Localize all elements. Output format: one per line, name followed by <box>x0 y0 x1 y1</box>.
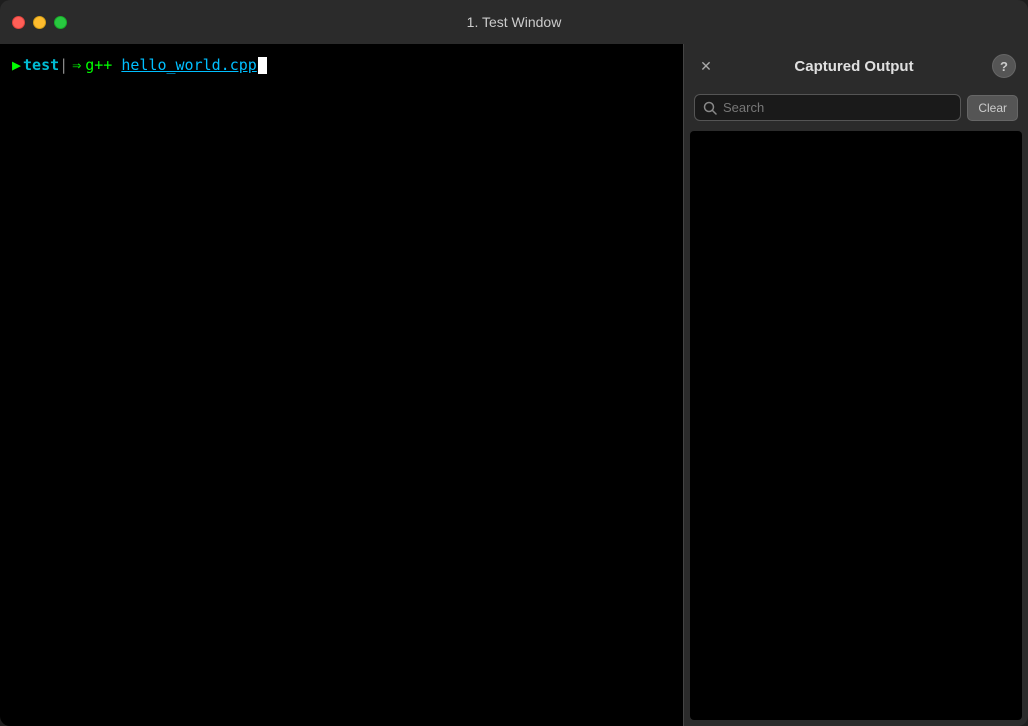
terminal-panel[interactable]: ▶ test | ⇒ g++ hello_world.cpp <box>0 44 683 726</box>
prompt-filename: hello_world.cpp <box>121 54 256 77</box>
prompt-dir: test <box>23 54 59 77</box>
main-content: ▶ test | ⇒ g++ hello_world.cpp ✕ Capture… <box>0 44 1028 726</box>
traffic-lights <box>12 16 67 29</box>
search-input[interactable] <box>723 100 952 115</box>
window-title: 1. Test Window <box>467 14 562 30</box>
title-bar: 1. Test Window <box>0 0 1028 44</box>
captured-header: ✕ Captured Output ? <box>684 44 1028 88</box>
captured-title: Captured Output <box>724 58 984 75</box>
search-bar: Clear <box>684 88 1028 127</box>
close-button[interactable] <box>12 16 25 29</box>
captured-output-area <box>690 131 1022 720</box>
arrow-symbol: ⇒ <box>72 54 81 77</box>
captured-panel: ✕ Captured Output ? Clear <box>683 44 1028 726</box>
prompt-arrow: ▶ <box>12 54 21 77</box>
cursor <box>258 57 267 74</box>
maximize-button[interactable] <box>54 16 67 29</box>
captured-help-button[interactable]: ? <box>992 54 1016 78</box>
search-icon <box>703 101 717 115</box>
space <box>112 54 121 77</box>
main-window: 1. Test Window ▶ test | ⇒ g++ hello_worl… <box>0 0 1028 726</box>
minimize-button[interactable] <box>33 16 46 29</box>
prompt-separator: | <box>59 54 68 77</box>
prompt-command: g++ <box>85 54 112 77</box>
terminal-line: ▶ test | ⇒ g++ hello_world.cpp <box>12 54 671 77</box>
clear-button[interactable]: Clear <box>967 95 1018 121</box>
captured-close-button[interactable]: ✕ <box>696 56 716 76</box>
search-input-wrapper <box>694 94 961 121</box>
